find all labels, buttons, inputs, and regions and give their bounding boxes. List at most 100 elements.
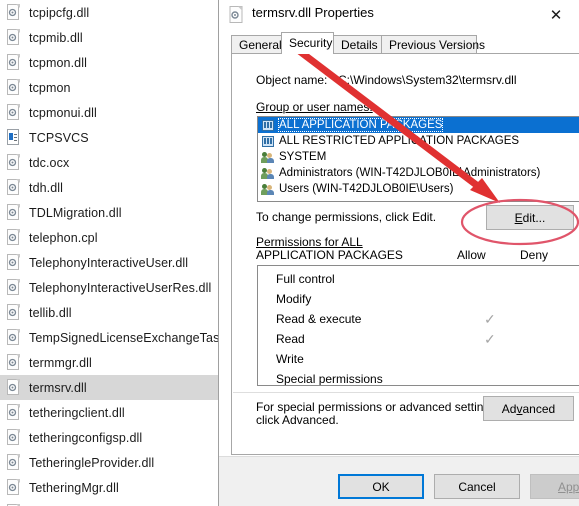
permission-row[interactable]: Full control: [258, 270, 579, 290]
file-list-item[interactable]: TetheringleProvider.dll: [0, 450, 219, 475]
file-name: tdc.ocx: [29, 155, 70, 170]
group-list-item[interactable]: ALL APPLICATION PACKAGES: [258, 117, 579, 133]
file-name: tcpmon: [29, 80, 71, 95]
file-name: telephon.cpl: [29, 230, 98, 245]
ok-button[interactable]: OK: [338, 474, 424, 499]
divider: [233, 392, 579, 393]
file-list-item[interactable]: TetheringMgr.dll: [0, 475, 219, 500]
group-list-item[interactable]: Administrators (WIN-T42DJLOB0IE\Administ…: [258, 165, 579, 181]
dll-icon: [6, 54, 21, 71]
permissions-for-label-line1: Permissions for ALL: [256, 235, 363, 249]
allow-column-header: Allow: [457, 248, 486, 262]
tab-label: Previous Versions: [389, 38, 486, 52]
permission-row[interactable]: Special permissions: [258, 370, 579, 386]
permission-name: Full control: [276, 272, 335, 286]
dll-icon: [6, 404, 21, 421]
user-group-icon: [261, 151, 275, 164]
file-list-item[interactable]: TelephonyInteractiveUserRes.dll: [0, 275, 219, 300]
dll-icon: [6, 279, 21, 296]
tab-strip[interactable]: General Security Details Previous Versions: [231, 32, 579, 54]
apply-button-label: Apply: [557, 479, 579, 494]
file-list-item[interactable]: TCPSVCS: [0, 125, 219, 150]
group-name: Administrators (WIN-T42DJLOB0IE\Administ…: [279, 167, 541, 179]
file-name: TetheringMgr.dll: [29, 480, 119, 495]
dll-icon: [6, 304, 21, 321]
group-list-item[interactable]: Users (WIN-T42DJLOB0IE\Users): [258, 181, 579, 197]
advanced-button[interactable]: Advanced: [483, 396, 574, 421]
file-name: TempSignedLicenseExchangeTask.dll: [29, 330, 219, 345]
tab-security[interactable]: Security: [281, 32, 334, 54]
group-or-user-names-list[interactable]: ALL APPLICATION PACKAGES ALL RESTRICTED A…: [257, 116, 579, 202]
allow-check-icon: ✓: [484, 311, 496, 327]
file-list-item[interactable]: tetheringconfigsp.dll: [0, 425, 219, 450]
package-icon: [261, 135, 275, 148]
file-list-item[interactable]: TelephonyInteractiveUser.dll: [0, 250, 219, 275]
dll-icon: [6, 179, 21, 196]
permission-name: Read & execute: [276, 312, 362, 326]
permission-row[interactable]: Read ✓: [258, 330, 579, 350]
file-list-item[interactable]: tetheringclient.dll: [0, 400, 219, 425]
file-name: TDLMigration.dll: [29, 205, 122, 220]
group-name: SYSTEM: [279, 151, 327, 163]
file-list-item[interactable]: tcpipcfg.dll: [0, 0, 219, 25]
tab-label: Security: [289, 36, 333, 50]
permission-row[interactable]: Write: [258, 350, 579, 370]
permission-name: Write: [276, 352, 304, 366]
application-icon: [6, 129, 21, 146]
dll-icon: [6, 479, 21, 496]
object-name-label: Object name:: [256, 73, 328, 87]
cancel-button[interactable]: Cancel: [434, 474, 520, 499]
file-name: TetheringleProvider.dll: [29, 455, 155, 470]
file-name: tellib.dll: [29, 305, 72, 320]
permission-row[interactable]: Read & execute ✓: [258, 310, 579, 330]
permissions-list[interactable]: Full control Modify Read & execute ✓ Read ✓ Wr…: [257, 265, 579, 386]
file-list-item[interactable]: tcpmon: [0, 75, 219, 100]
file-list-item-selected[interactable]: termsrv.dll: [0, 375, 219, 400]
permission-name: Special permissions: [276, 372, 383, 386]
file-list-item[interactable]: telephon.cpl: [0, 225, 219, 250]
dll-icon: [6, 354, 21, 371]
group-name: ALL RESTRICTED APPLICATION PACKAGES: [279, 135, 520, 147]
file-list-item[interactable]: tellib.dll: [0, 300, 219, 325]
tab-label: General: [239, 38, 282, 52]
cancel-button-label: Cancel: [458, 479, 496, 494]
deny-column-header: Deny: [520, 248, 549, 262]
group-or-user-names-label: Group or user names:: [256, 100, 373, 114]
permission-name: Read: [276, 332, 305, 346]
dialog-title: termsrv.dll Properties: [252, 5, 374, 20]
file-name: termmgr.dll: [29, 355, 92, 370]
tab-details[interactable]: Details: [333, 35, 382, 53]
permission-row[interactable]: Modify: [258, 290, 579, 310]
dll-icon: [6, 4, 21, 21]
file-list-item[interactable]: termmgr.dll: [0, 350, 219, 375]
close-icon[interactable]: ✕: [533, 0, 579, 29]
file-list-item[interactable]: tcpmon.dll: [0, 50, 219, 75]
object-name-value: C:\Windows\System32\termsrv.dll: [338, 73, 517, 87]
change-permissions-hint: To change permissions, click Edit.: [256, 210, 437, 224]
tab-general[interactable]: General: [231, 35, 282, 53]
file-name: tcpipcfg.dll: [29, 5, 90, 20]
file-list-item[interactable]: tcpmonui.dll: [0, 100, 219, 125]
edit-button-label: Edit...: [514, 210, 546, 225]
file-name: tetheringconfigsp.dll: [29, 430, 143, 445]
file-list-item[interactable]: tdc.ocx: [0, 150, 219, 175]
tab-previous-versions[interactable]: Previous Versions: [381, 35, 485, 53]
file-list-item[interactable]: tcpmib.dll: [0, 25, 219, 50]
file-list[interactable]: tcpipcfg.dll tcpmib.dll tcpmon.dll tcpmon tc…: [0, 0, 219, 506]
file-name: tcpmonui.dll: [29, 105, 97, 120]
file-list-item[interactable]: TempSignedLicenseExchangeTask.dll: [0, 325, 219, 350]
file-name: tdh.dll: [29, 180, 64, 195]
file-list-item[interactable]: TDLMigration.dll: [0, 200, 219, 225]
group-list-item[interactable]: ALL RESTRICTED APPLICATION PACKAGES: [258, 133, 579, 149]
config-icon: [6, 79, 21, 96]
group-list-item[interactable]: SYSTEM: [258, 149, 579, 165]
file-name: termsrv.dll: [29, 380, 87, 395]
edit-button[interactable]: Edit...: [486, 205, 574, 230]
dll-icon: [6, 379, 21, 396]
user-group-icon: [261, 167, 275, 180]
file-list-item[interactable]: tdh.dll: [0, 175, 219, 200]
file-list-item[interactable]: tetheringservice.dll: [0, 500, 219, 506]
dll-file-icon: [229, 6, 243, 23]
dialog-footer: OK Cancel Apply: [219, 456, 579, 506]
file-name: tcpmon.dll: [29, 55, 87, 70]
